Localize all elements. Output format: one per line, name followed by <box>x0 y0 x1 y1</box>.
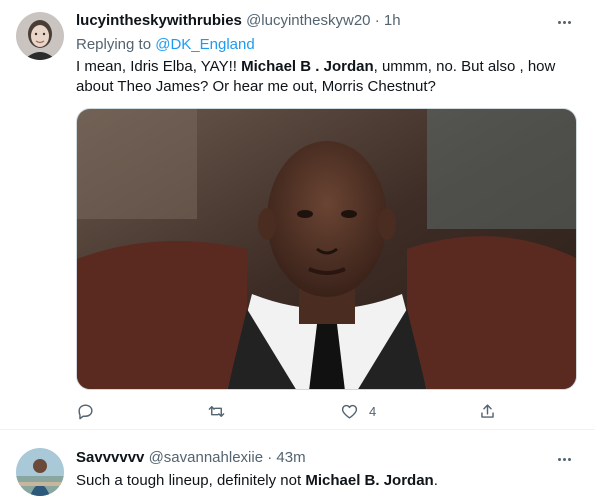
replying-prefix: Replying to <box>76 36 156 53</box>
separator-dot: · <box>374 12 380 29</box>
avatar[interactable] <box>16 12 64 60</box>
text-segment: about Theo James? Or hear me out, Morris… <box>76 78 436 95</box>
timestamp[interactable]: 1h <box>384 12 401 29</box>
tweet[interactable]: lucyintheskywithrubies @lucyintheskyw20 … <box>0 0 595 430</box>
retweet-icon <box>208 405 225 417</box>
tweet-header: lucyintheskywithrubies @lucyintheskyw20 … <box>76 11 555 31</box>
retweet-button[interactable] <box>207 400 236 422</box>
text-bold: Michael B . Jordan <box>241 58 374 75</box>
text-segment: . <box>433 472 438 489</box>
share-icon <box>481 403 494 418</box>
like-count: 4 <box>369 403 377 419</box>
tweet-header: Savvvvvv @savannahlexiie · 43m <box>76 448 555 468</box>
text-segment: I mean, Idris Elba, YAY!! <box>76 58 242 75</box>
text-segment: , ummm, no. But also , how <box>373 58 556 75</box>
like-button[interactable]: 4 <box>340 400 376 422</box>
user-handle[interactable]: @savannahlexiie <box>149 449 263 466</box>
tweet-text: I mean, Idris Elba, YAY!! Michael B . Jo… <box>76 57 576 97</box>
avatar[interactable] <box>16 448 64 496</box>
timestamp[interactable]: 43m <box>276 449 305 466</box>
tweet-actions: 4 <box>76 400 516 422</box>
tweet-photo[interactable] <box>76 108 577 390</box>
tweet-text: Such a tough lineup, definitely not Mich… <box>76 471 576 491</box>
more-icon[interactable] <box>555 450 573 468</box>
replying-to: Replying to @DK_England <box>76 35 255 55</box>
display-name[interactable]: lucyintheskywithrubies <box>76 12 242 29</box>
more-icon[interactable] <box>555 13 573 31</box>
reply-icon <box>78 403 93 419</box>
share-button[interactable] <box>478 400 497 422</box>
user-handle[interactable]: @lucyintheskyw20 <box>246 12 370 29</box>
reply-button[interactable] <box>76 400 105 422</box>
mention-link[interactable]: @DK_England <box>155 36 254 53</box>
separator-dot: · <box>267 449 273 466</box>
text-bold: Michael B. Jordan <box>305 472 434 489</box>
display-name[interactable]: Savvvvvv <box>76 449 144 466</box>
like-icon <box>341 404 358 419</box>
text-segment: Such a tough lineup, definitely not <box>76 472 306 489</box>
tweet[interactable]: Savvvvvv @savannahlexiie · 43m Such a to… <box>0 431 595 501</box>
